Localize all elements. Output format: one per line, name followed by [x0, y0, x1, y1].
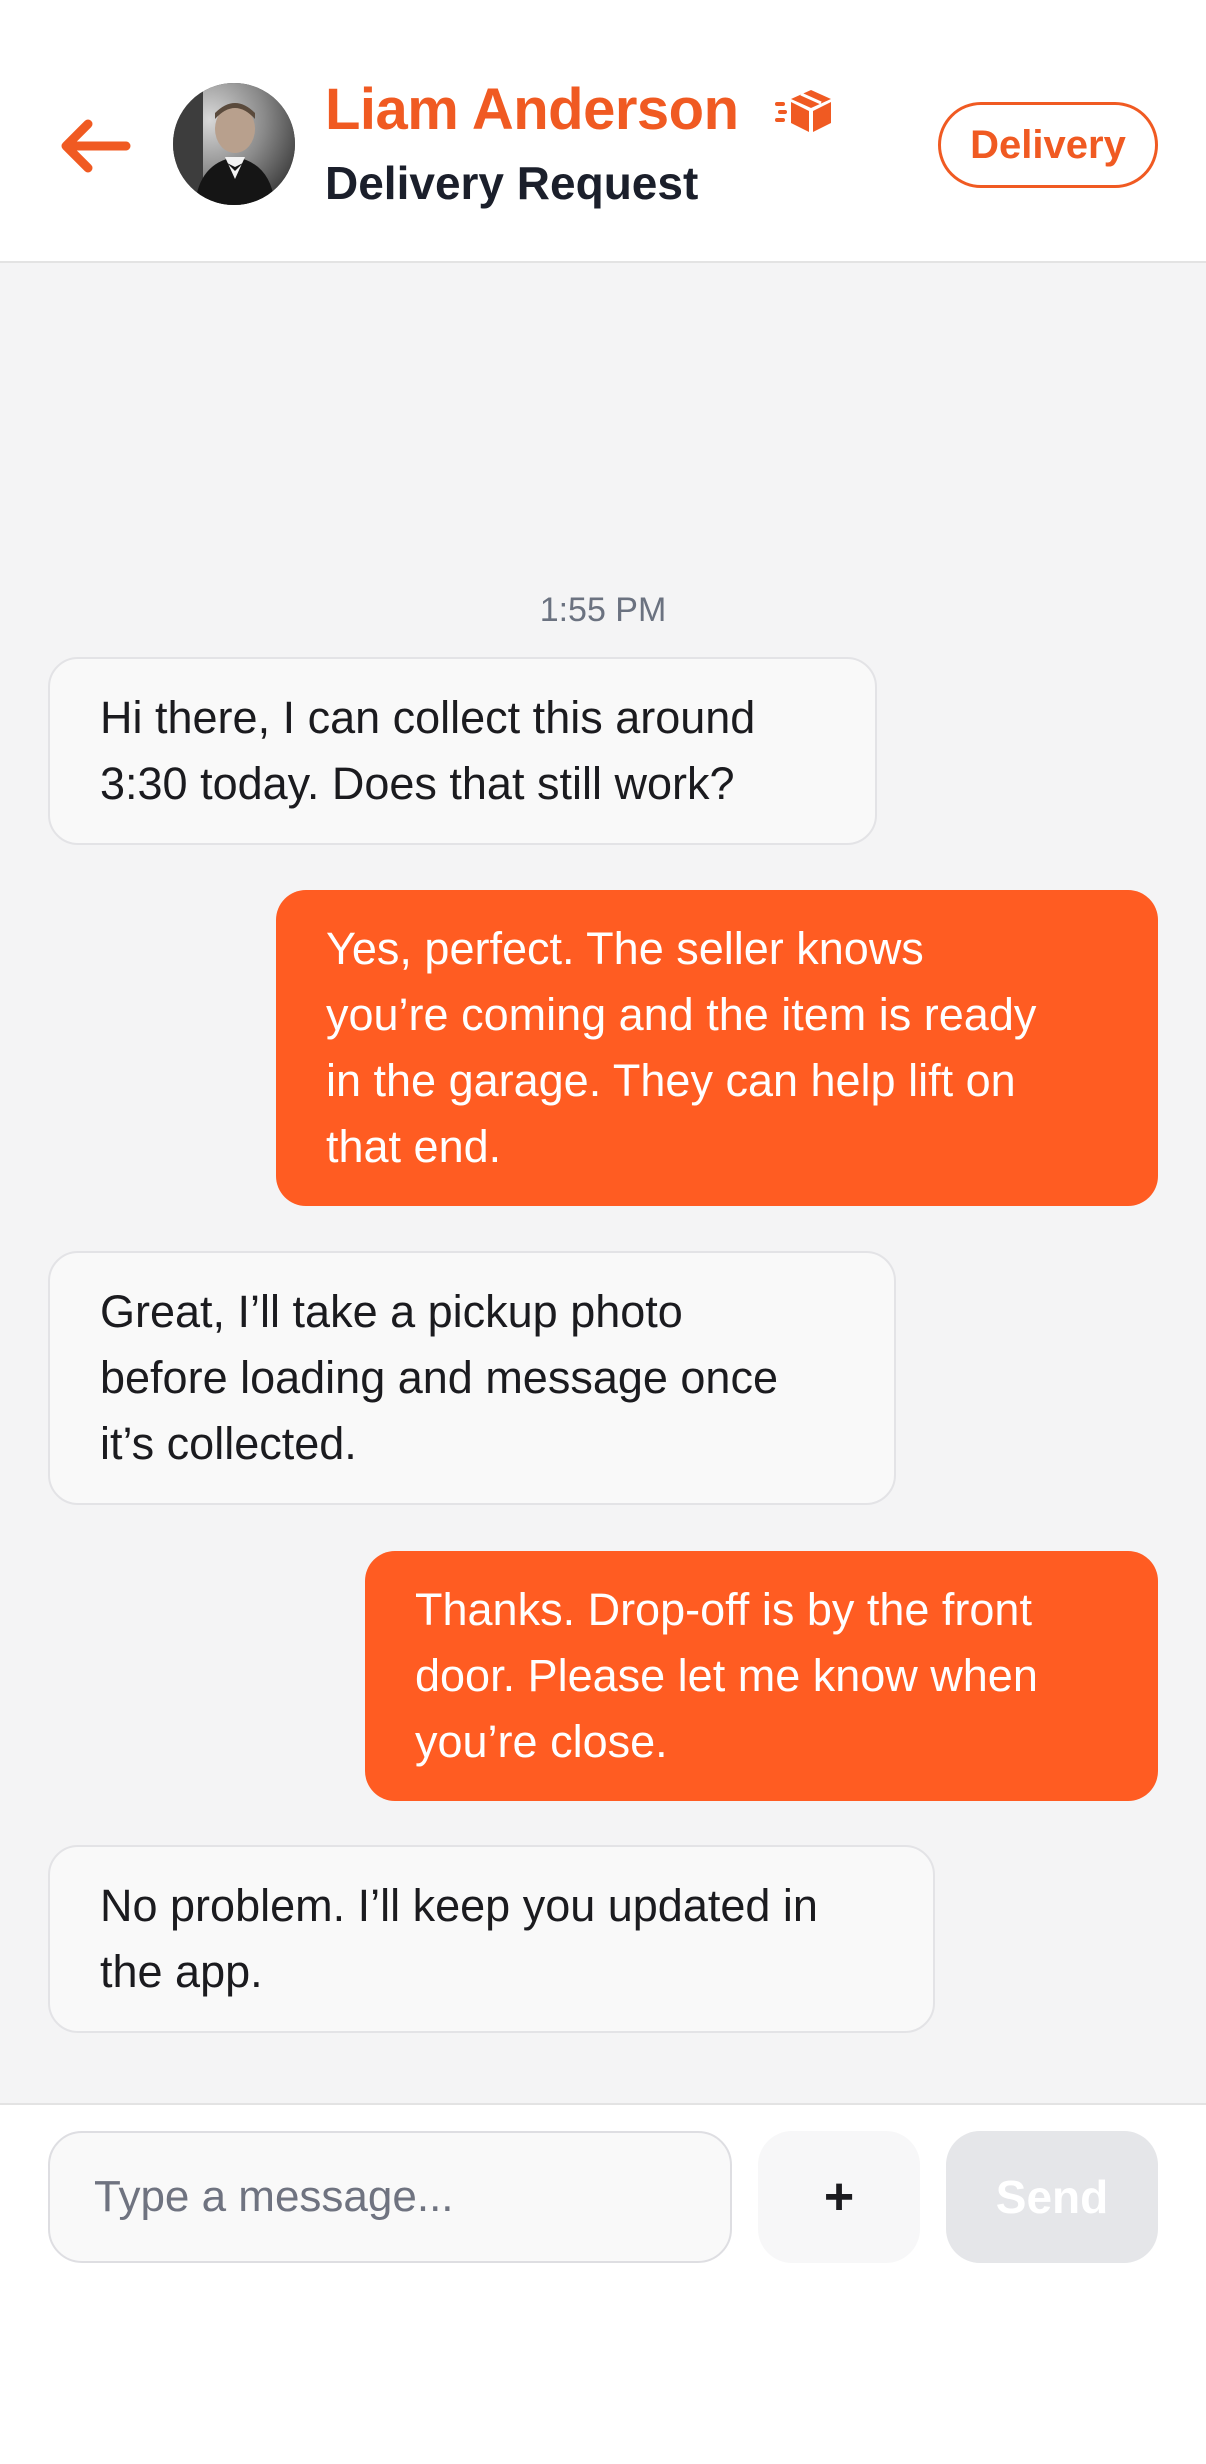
message-line: Hi there, I can collect this around: [100, 692, 756, 743]
back-arrow-icon[interactable]: [56, 108, 132, 184]
message-line: in the garage. They can help lift on: [326, 1055, 1016, 1106]
message-line: that end.: [326, 1121, 502, 1172]
message-line: Thanks. Drop-off is by the front: [415, 1584, 1032, 1635]
contact-name: Liam Anderson: [325, 77, 739, 142]
message-line: before loading and message once: [100, 1352, 778, 1403]
message-bubble-outgoing[interactable]: Thanks. Drop-off is by the front door. P…: [365, 1551, 1158, 1801]
message-line: Great, I’ll take a pickup photo: [100, 1286, 683, 1337]
message-bubble-outgoing[interactable]: Yes, perfect. The seller knows you’re co…: [276, 890, 1158, 1206]
message-bubble-incoming[interactable]: Great, I’ll take a pickup photo before l…: [48, 1251, 896, 1505]
message-list[interactable]: 1:55 PM Hi there, I can collect this aro…: [0, 263, 1206, 2103]
message-bubble-incoming[interactable]: No problem. I’ll keep you updated in the…: [48, 1845, 935, 2033]
send-button[interactable]: Send: [946, 2131, 1158, 2263]
message-line: door. Please let me know when: [415, 1650, 1038, 1701]
message-line: you’re close.: [415, 1716, 668, 1767]
message-composer: + Send: [0, 2103, 1206, 2464]
message-input[interactable]: [48, 2131, 732, 2263]
message-line: it’s collected.: [100, 1418, 357, 1469]
package-icon: [775, 86, 833, 136]
message-line: 3:30 today. Does that still work?: [100, 758, 735, 809]
attach-button[interactable]: +: [758, 2131, 920, 2263]
message-timestamp: 1:55 PM: [539, 591, 667, 629]
message-bubble-incoming[interactable]: Hi there, I can collect this around 3:30…: [48, 657, 877, 845]
message-line: you’re coming and the item is ready: [326, 989, 1037, 1040]
message-line: the app.: [100, 1946, 263, 1997]
conversation-subtitle: Delivery Request: [325, 157, 699, 209]
message-line: No problem. I’ll keep you updated in: [100, 1880, 818, 1931]
delivery-badge[interactable]: Delivery: [938, 102, 1158, 188]
chat-header: Liam Anderson Delivery Request Delivery: [0, 0, 1206, 263]
message-line: Yes, perfect. The seller knows: [326, 923, 924, 974]
avatar[interactable]: [173, 83, 295, 205]
